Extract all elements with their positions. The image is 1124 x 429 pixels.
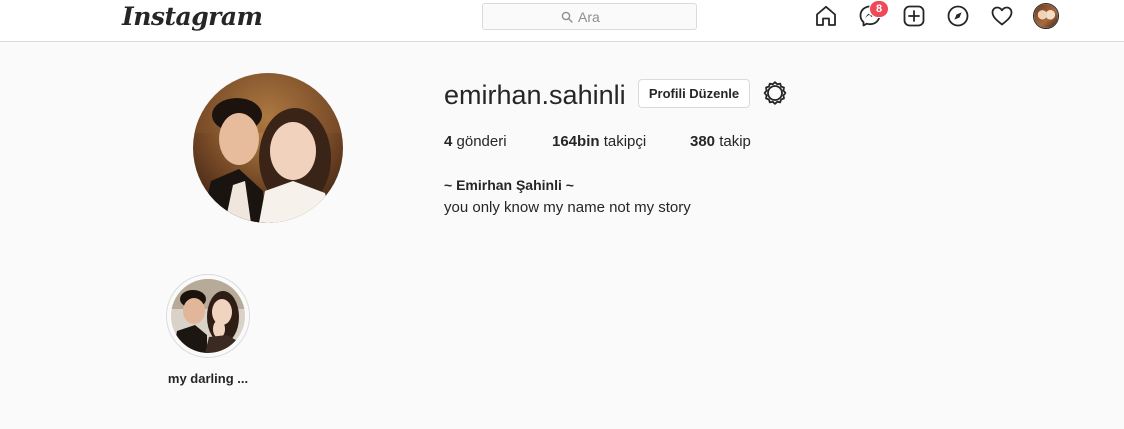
followers-count: 164bin (552, 133, 600, 150)
settings-gear-icon[interactable] (762, 80, 788, 106)
following-count: 380 (690, 133, 716, 150)
followers-label: takipçi (603, 133, 647, 150)
profile-picture[interactable] (193, 73, 343, 223)
profile-bio: you only know my name not my story (444, 199, 691, 216)
search-box[interactable] (482, 3, 697, 30)
posts-label: gönderi (456, 133, 507, 150)
following-stat[interactable]: 380 takip (690, 133, 751, 150)
following-label: takip (719, 133, 751, 150)
posts-count: 4 (444, 133, 453, 150)
highlight-cover-image (171, 279, 245, 353)
new-post-icon[interactable] (902, 4, 926, 28)
explore-compass-icon[interactable] (946, 4, 970, 28)
search-icon (561, 11, 573, 23)
messages-badge: 8 (869, 0, 889, 18)
instagram-logo[interactable]: Instagram (122, 2, 263, 31)
profile-full-name: ~ Emirhan Şahinli ~ (444, 177, 574, 193)
avatar-image (1034, 4, 1058, 28)
profile-avatar-nav[interactable] (1033, 3, 1059, 29)
home-icon[interactable] (814, 4, 838, 28)
profile-username: emirhan.sahinli (444, 80, 626, 110)
activity-heart-icon[interactable] (990, 4, 1014, 28)
story-highlight[interactable] (166, 274, 250, 358)
edit-profile-button[interactable]: Profili Düzenle (638, 79, 750, 108)
followers-stat[interactable]: 164bin takipçi (552, 133, 646, 150)
search-input[interactable] (578, 8, 618, 25)
top-navigation-bar: Instagram 8 (0, 0, 1124, 42)
posts-stat: 4 gönderi (444, 133, 507, 150)
highlight-label: my darling ... (167, 371, 249, 386)
